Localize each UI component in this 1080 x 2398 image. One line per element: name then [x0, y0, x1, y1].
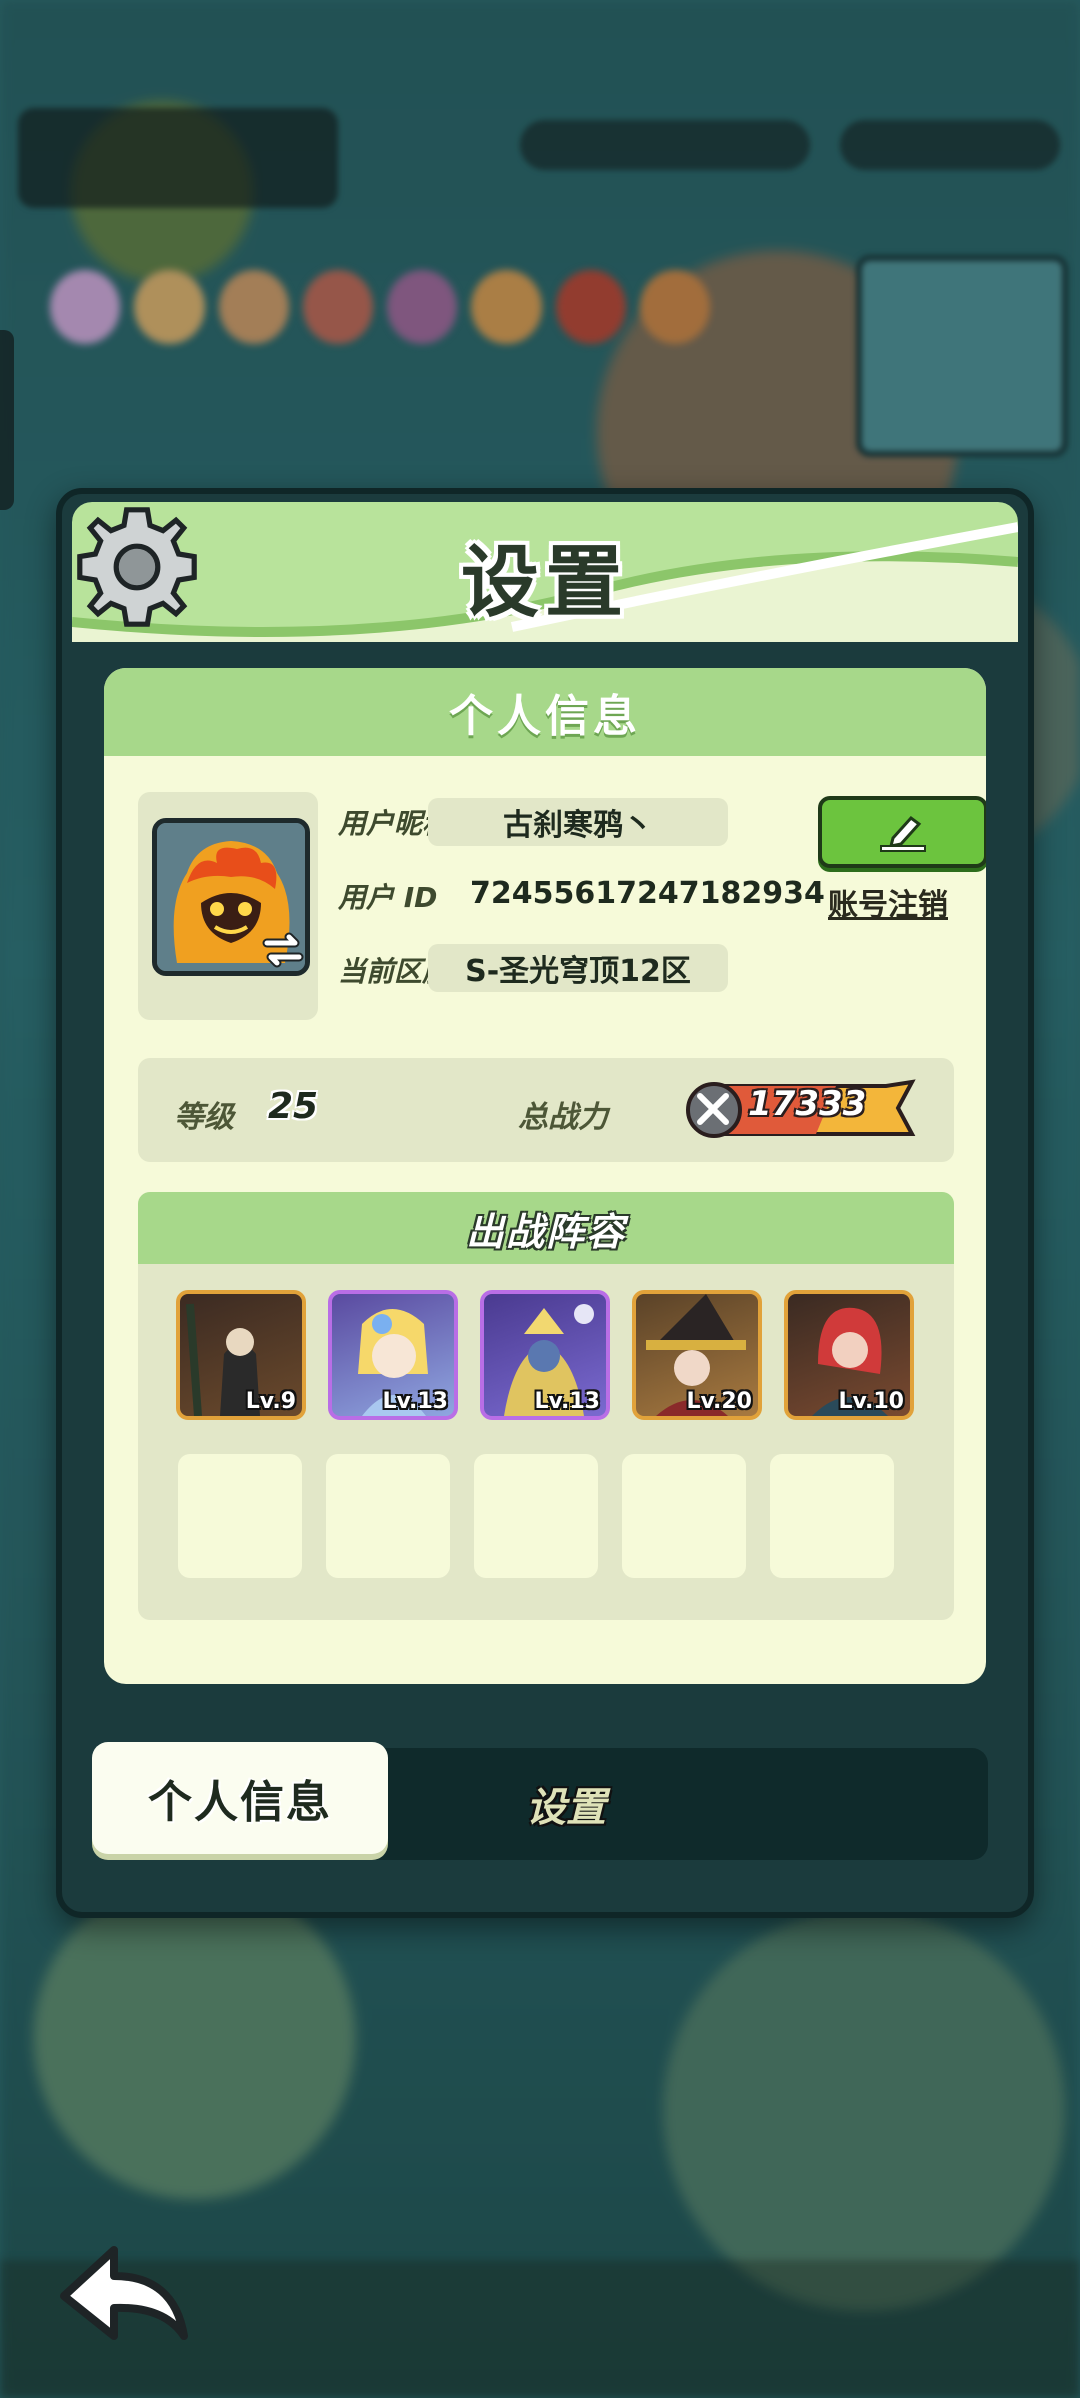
- lineup-title: 出战阵容: [465, 1209, 626, 1254]
- pencil-icon: [880, 815, 926, 852]
- server-value: S-圣光穹顶12区: [428, 944, 728, 992]
- avatar-box: [138, 792, 318, 1020]
- panel-header: 个人信息: [104, 668, 986, 756]
- modal-title: 设置: [460, 538, 629, 628]
- hero-card[interactable]: Lv.9: [176, 1290, 306, 1420]
- profile-row: 用户昵称 古刹寒鸦丶 用户 ID 72455617247182934 账号注销 …: [138, 792, 986, 1020]
- lineup-header: 出战阵容: [138, 1192, 954, 1264]
- empty-hero-slot[interactable]: [178, 1454, 302, 1578]
- tab-settings-label: 设置: [526, 1785, 606, 1831]
- swap-avatar-icon[interactable]: [259, 927, 307, 975]
- tab-settings[interactable]: 设置: [456, 1748, 676, 1860]
- hero-level: Lv.13: [382, 1389, 448, 1414]
- empty-slot-row: [178, 1454, 894, 1578]
- hero-level: Lv.10: [838, 1389, 904, 1414]
- hero-row: Lv.9 Lv.13 Lv.13 Lv.20 Lv.10: [176, 1290, 914, 1420]
- settings-modal: 设置 个人信息 用户昵称 古刹寒鸦丶 用户 ID 724556172471829…: [56, 488, 1034, 1918]
- nickname-value: 古刹寒鸦丶: [428, 798, 728, 846]
- power-value: 17333: [748, 1084, 867, 1124]
- user-id-label: 用户 ID: [338, 881, 438, 914]
- hero-card[interactable]: Lv.10: [784, 1290, 914, 1420]
- tab-personal-info-label: 个人信息: [148, 1777, 332, 1828]
- level-label: 等级: [174, 1100, 234, 1135]
- hero-card[interactable]: Lv.20: [632, 1290, 762, 1420]
- cancel-account-link[interactable]: 账号注销: [828, 880, 948, 924]
- user-id-value: 72455617247182934: [470, 876, 825, 911]
- empty-hero-slot[interactable]: [474, 1454, 598, 1578]
- hero-level: Lv.13: [534, 1389, 600, 1414]
- back-arrow-icon[interactable]: [54, 2236, 194, 2346]
- personal-info-panel: 个人信息 用户昵称 古刹寒鸦丶 用户 ID 72455617247182934 …: [104, 668, 986, 1684]
- tab-personal-info[interactable]: 个人信息: [92, 1742, 388, 1854]
- panel-title: 个人信息: [449, 691, 641, 742]
- stats-row: 等级 25 总战力 17333: [138, 1058, 954, 1162]
- edit-nickname-button[interactable]: [818, 796, 986, 868]
- power-label: 总战力: [518, 1100, 608, 1135]
- avatar[interactable]: [152, 818, 310, 976]
- hero-card[interactable]: Lv.13: [480, 1290, 610, 1420]
- tab-bar: 个人信息 设置: [92, 1742, 988, 1860]
- hero-level: Lv.9: [245, 1389, 296, 1414]
- empty-hero-slot[interactable]: [770, 1454, 894, 1578]
- empty-hero-slot[interactable]: [326, 1454, 450, 1578]
- empty-hero-slot[interactable]: [622, 1454, 746, 1578]
- hero-level: Lv.20: [686, 1389, 752, 1414]
- battle-lineup: 出战阵容 Lv.9 Lv.13 Lv.13 Lv.20 Lv.10: [138, 1192, 954, 1620]
- level-value: 25: [268, 1086, 319, 1127]
- modal-header: 设置: [72, 502, 1018, 642]
- hero-card[interactable]: Lv.13: [328, 1290, 458, 1420]
